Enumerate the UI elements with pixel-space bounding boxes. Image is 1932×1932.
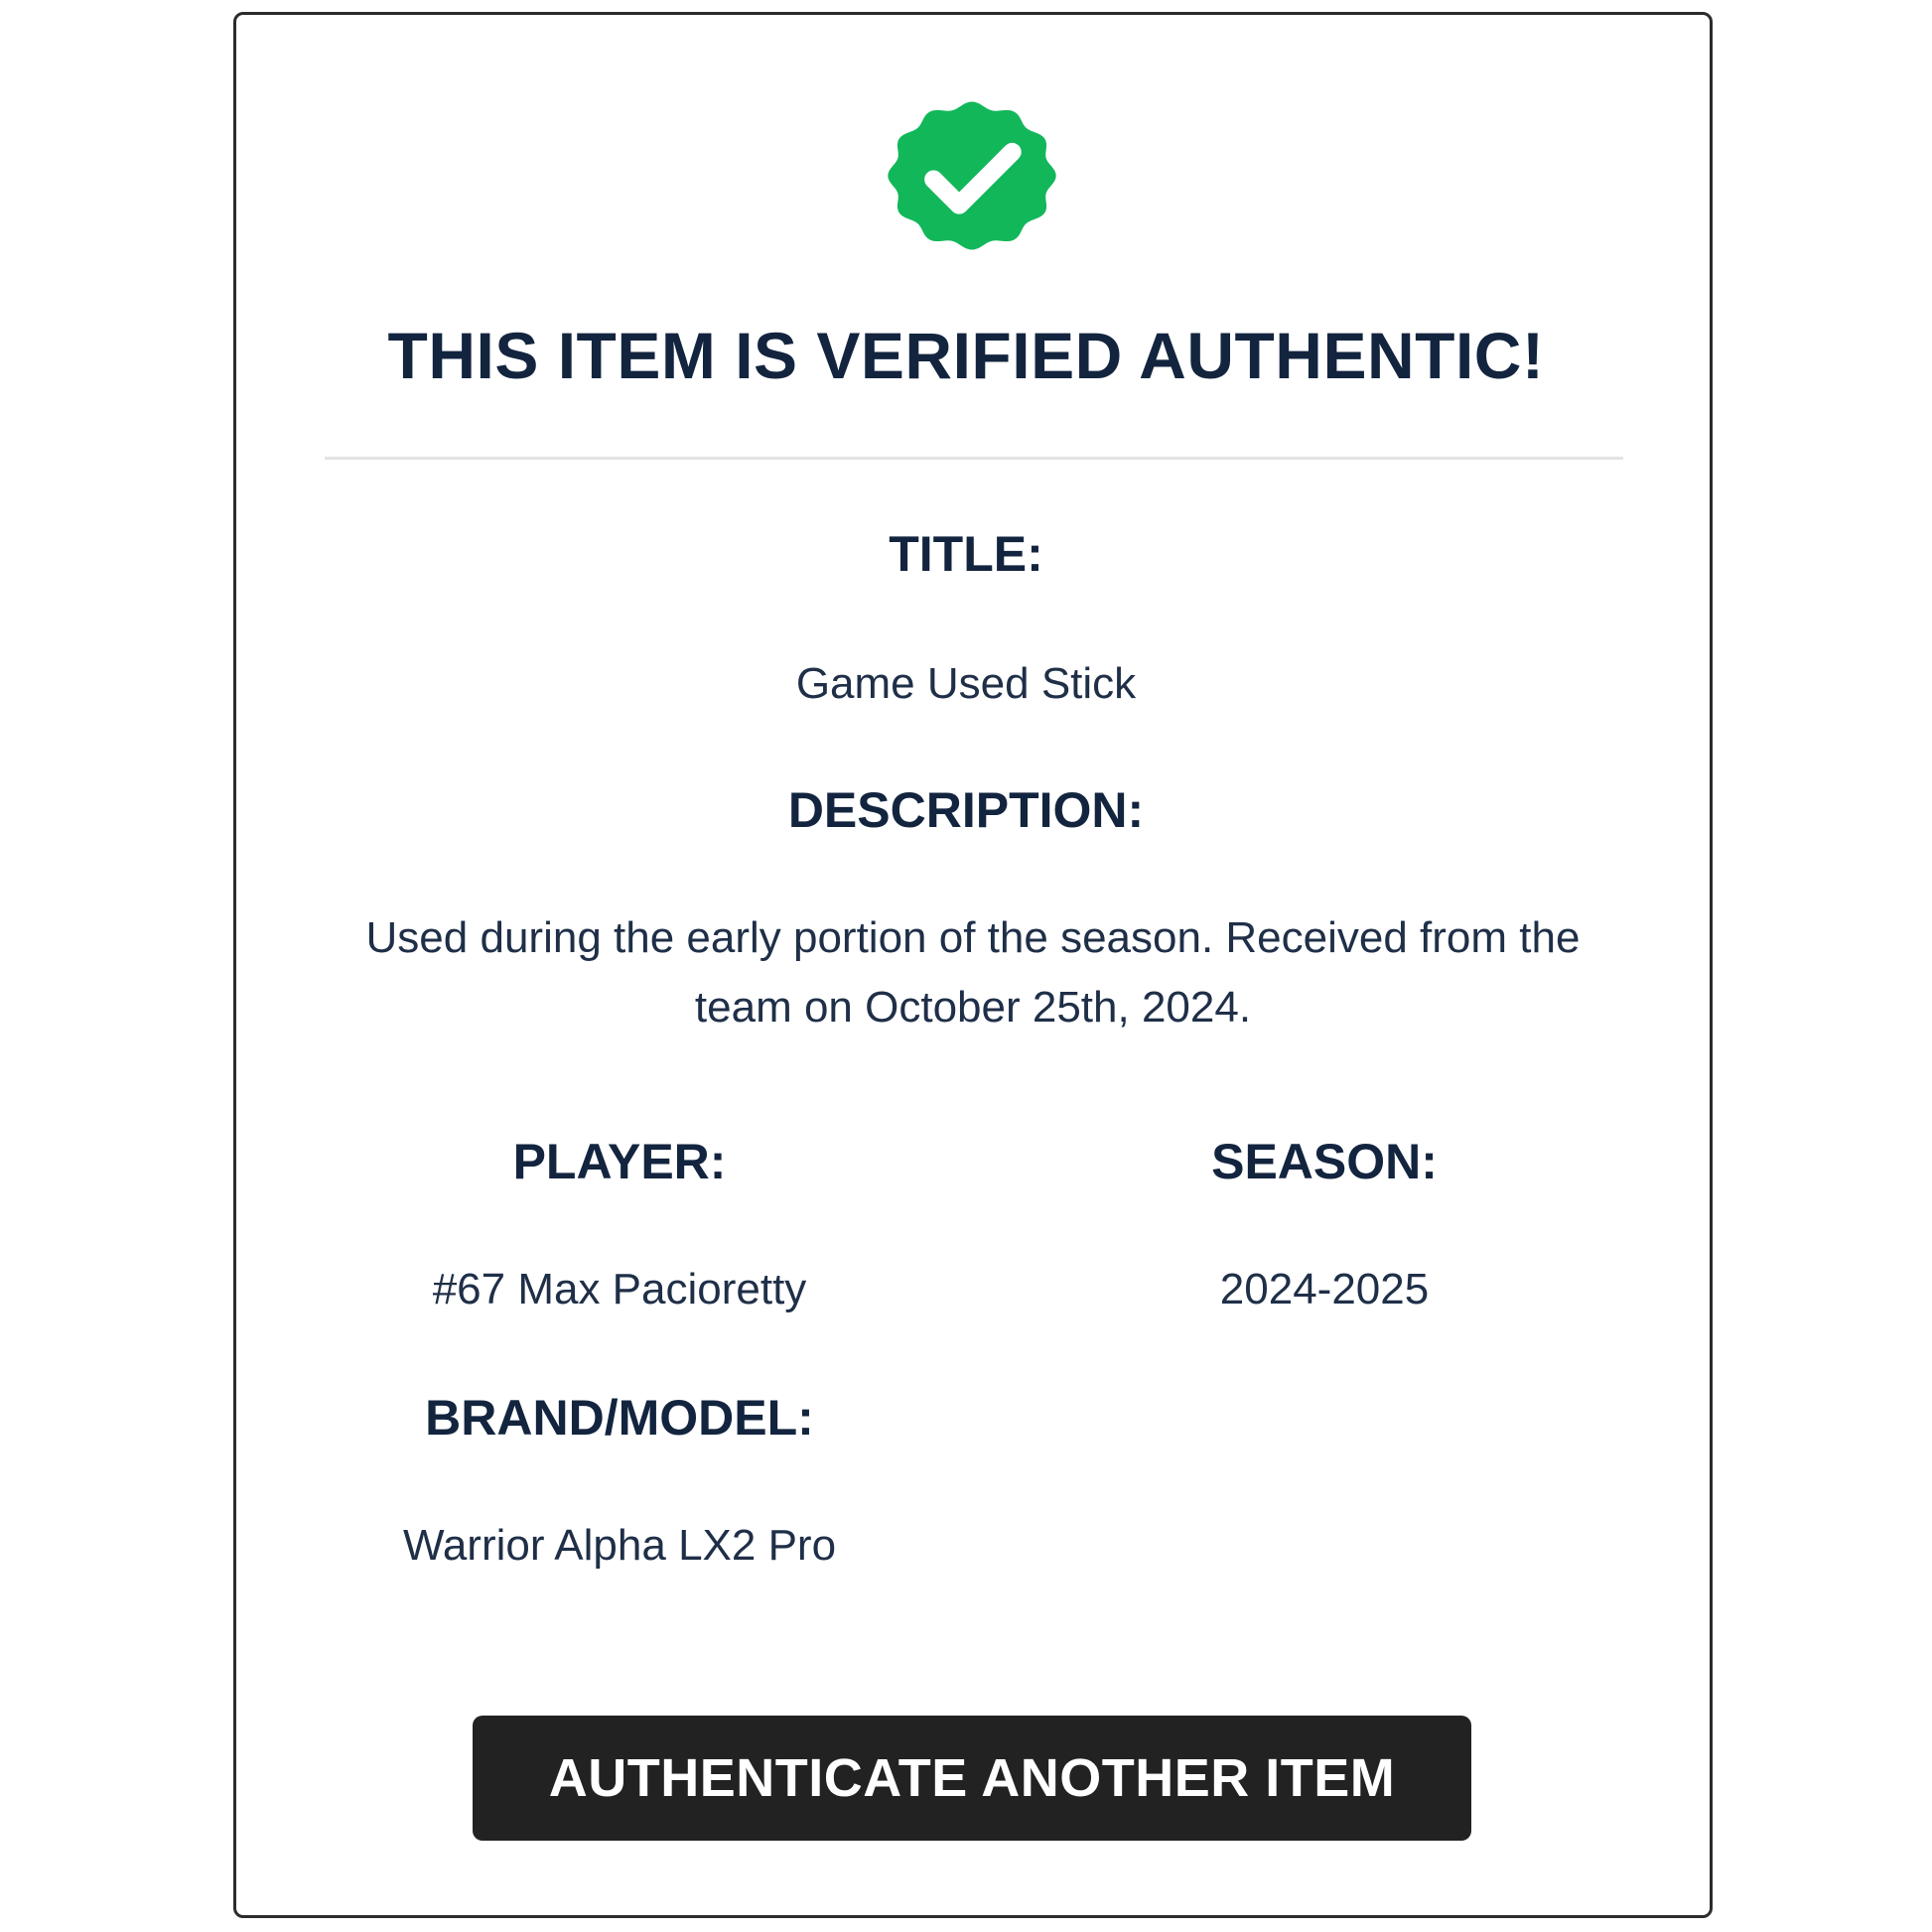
player-value: #67 Max Pacioretty xyxy=(432,1265,807,1313)
season-label: SEASON: xyxy=(1211,1134,1438,1189)
season-value: 2024-2025 xyxy=(1219,1265,1430,1313)
title-label: TITLE: xyxy=(889,526,1043,582)
player-label: PLAYER: xyxy=(512,1134,727,1189)
authenticate-another-item-button[interactable]: AUTHENTICATE ANOTHER ITEM xyxy=(473,1716,1471,1841)
divider xyxy=(325,457,1623,460)
verified-check-badge-icon xyxy=(880,95,1064,256)
verified-headline: THIS ITEM IS VERIFIED AUTHENTIC! xyxy=(387,319,1545,392)
description-label: DESCRIPTION: xyxy=(787,782,1145,838)
brand-model-label: BRAND/MODEL: xyxy=(425,1390,814,1446)
brand-model-value: Warrior Alpha LX2 Pro xyxy=(402,1521,837,1570)
title-value: Game Used Stick xyxy=(795,659,1137,708)
description-value: Used during the early portion of the sea… xyxy=(365,913,1581,1032)
